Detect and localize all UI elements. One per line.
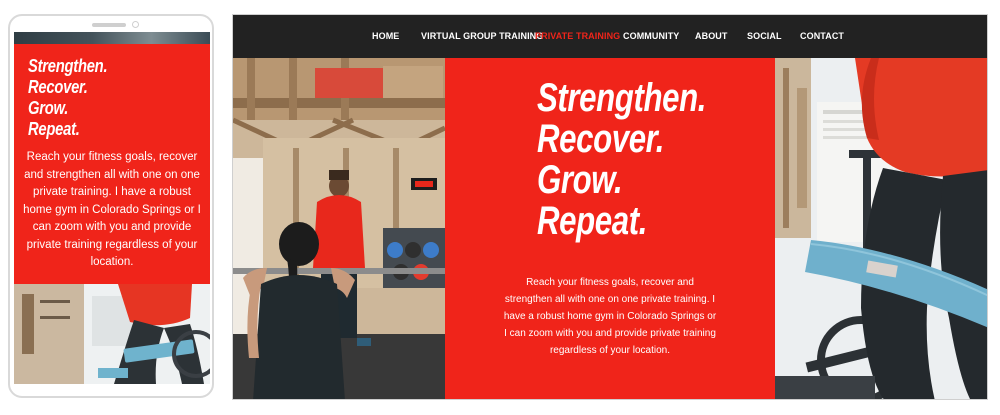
phone-intro-text: Reach your fitness goals, recover and st…	[23, 151, 201, 268]
hero-headline-line: Strengthen.	[537, 76, 707, 120]
nav-item-private-training[interactable]: PRIVATE TRAINING	[535, 31, 620, 41]
main-navigation: HOME VIRTUAL GROUP TRAINING PRIVATE TRAI…	[233, 15, 987, 58]
resistance-band-photo	[775, 58, 987, 399]
hero-section: Strengthen. Recover. Grow. Repeat. Reach…	[233, 58, 987, 399]
phone-hero-panel: Strengthen. Recover. Grow. Repeat. Reach…	[14, 44, 210, 284]
phone-speaker	[92, 23, 126, 27]
phone-photo-illustration	[14, 284, 210, 384]
hero-headline-line: Recover.	[537, 117, 664, 161]
nav-item-contact[interactable]: CONTACT	[800, 31, 844, 41]
hero-intro-text: Reach your fitness goals, recover and st…	[503, 277, 717, 356]
phone-headline: Strengthen. Recover. Grow. Repeat.	[28, 56, 108, 140]
gym-photo-illustration	[233, 58, 445, 399]
nav-item-community[interactable]: COMMUNITY	[623, 31, 679, 41]
phone-headline-line: Grow.	[28, 98, 69, 118]
phone-camera	[132, 21, 139, 28]
phone-screen[interactable]: Strengthen. Recover. Grow. Repeat. Reach…	[14, 32, 210, 384]
phone-headline-line: Strengthen.	[28, 56, 108, 76]
nav-item-social[interactable]: SOCIAL	[747, 31, 782, 41]
phone-mockup: Strengthen. Recover. Grow. Repeat. Reach…	[8, 14, 214, 398]
nav-item-home[interactable]: HOME	[372, 31, 399, 41]
band-photo-illustration	[775, 58, 987, 399]
gym-photo	[233, 58, 445, 399]
nav-item-virtual-group-training[interactable]: VIRTUAL GROUP TRAINING	[421, 31, 543, 41]
hero-headline-line: Repeat.	[537, 199, 647, 243]
phone-headline-line: Repeat.	[28, 119, 80, 139]
hero-headline-line: Grow.	[537, 158, 623, 202]
phone-header-photo-strip	[14, 32, 210, 44]
phone-headline-line: Recover.	[28, 77, 88, 97]
desktop-mockup: HOME VIRTUAL GROUP TRAINING PRIVATE TRAI…	[232, 14, 988, 400]
phone-training-photo	[14, 284, 210, 384]
hero-headline: Strengthen. Recover. Grow. Repeat.	[537, 78, 706, 242]
nav-item-about[interactable]: ABOUT	[695, 31, 728, 41]
hero-text-panel: Strengthen. Recover. Grow. Repeat. Reach…	[445, 58, 775, 399]
